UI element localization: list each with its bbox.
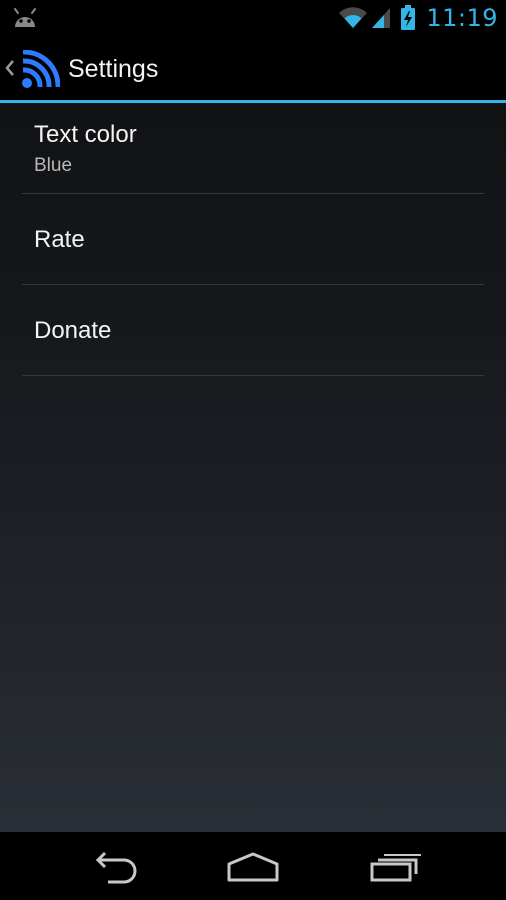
status-bar: 11:19: [0, 0, 506, 36]
navigation-bar: [0, 832, 506, 900]
preference-text-color[interactable]: Text color Blue: [22, 103, 484, 194]
up-caret-icon[interactable]: [4, 58, 16, 78]
wifi-icon: [339, 7, 368, 29]
preference-summary: Blue: [34, 155, 73, 176]
preference-title: Text color: [34, 121, 137, 148]
rss-app-icon[interactable]: [20, 50, 60, 90]
android-debug-icon: [14, 8, 36, 27]
preference-screen: Text color Blue Rate Donate: [0, 103, 506, 832]
preference-title: Donate: [34, 317, 112, 344]
back-icon[interactable]: [86, 850, 142, 884]
status-icons: 11:19: [338, 0, 498, 36]
home-icon[interactable]: [225, 850, 281, 884]
action-bar: Settings: [0, 36, 506, 103]
preference-rate[interactable]: Rate: [22, 194, 484, 285]
screen: 11:19 Settings Text color Blue Rate Dona…: [0, 0, 506, 900]
preference-title: Rate: [34, 226, 85, 253]
cell-signal-icon: [372, 8, 391, 28]
preference-list: Text color Blue Rate Donate: [22, 103, 484, 376]
preference-donate[interactable]: Donate: [22, 285, 484, 376]
page-title: Settings: [68, 55, 159, 83]
recent-apps-icon[interactable]: [366, 850, 422, 884]
battery-charging-icon: [401, 5, 416, 30]
clock: 11:19: [426, 4, 498, 32]
